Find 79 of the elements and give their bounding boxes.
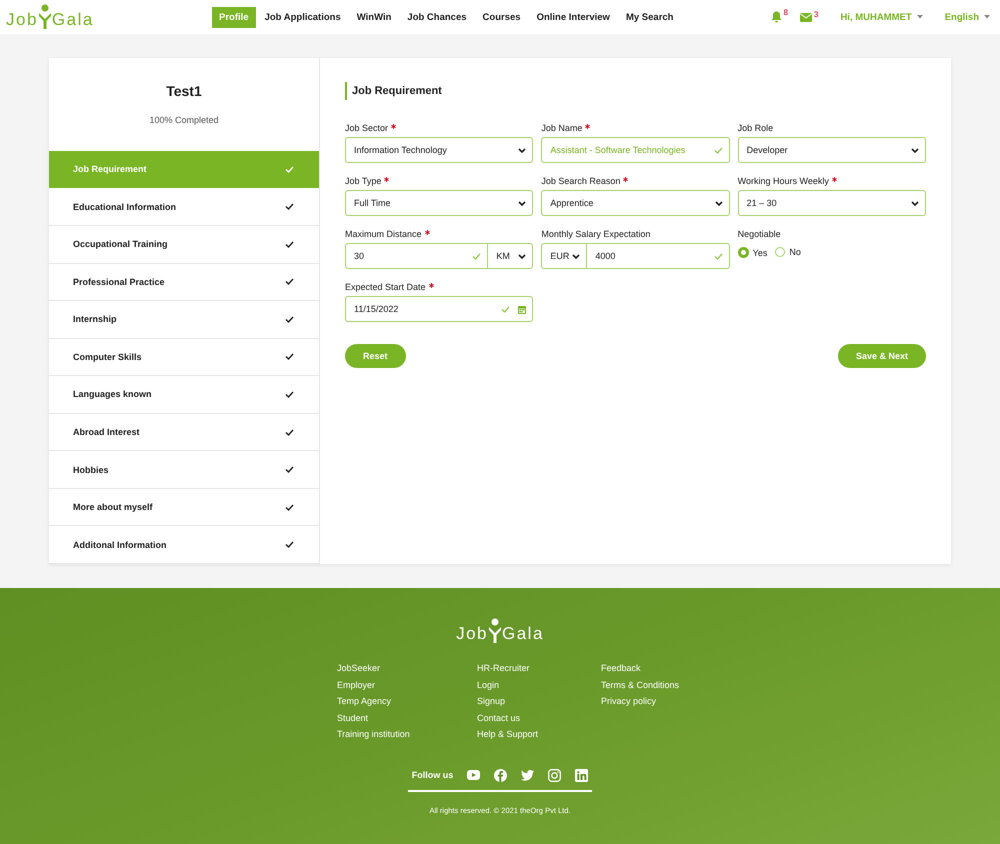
logo-text: Job	[456, 624, 488, 644]
nav-link[interactable]: Job Chances	[400, 6, 474, 28]
select-field[interactable]: Information Technology	[345, 137, 534, 163]
field-label: Negotiable	[738, 228, 781, 240]
sidebar-item[interactable]: Occupational Training	[49, 226, 319, 264]
chevron-down-icon	[714, 200, 723, 206]
message-count: 3	[814, 10, 818, 18]
select-field[interactable]: 21 – 30	[738, 190, 926, 216]
sidebar-item[interactable]: Professional Practice	[49, 264, 319, 302]
bell-icon[interactable]	[770, 11, 782, 23]
envelope-icon[interactable]	[800, 12, 812, 22]
sidebar-item[interactable]: Abroad Interest	[49, 414, 319, 452]
unit-select[interactable]: KM	[488, 243, 534, 269]
caret-icon	[916, 15, 923, 19]
input-field[interactable]: 30	[345, 243, 488, 269]
person-logo-icon	[488, 618, 502, 644]
field-label: Expected Start Date	[345, 281, 426, 293]
profile-title: Test1	[166, 83, 202, 99]
sidebar-item[interactable]: Internship	[49, 301, 319, 339]
currency-select[interactable]: EUR	[541, 243, 586, 269]
required-asterisk-icon	[585, 124, 590, 129]
radio-option[interactable]: Yes	[738, 247, 768, 258]
nav-link[interactable]: WinWin	[350, 6, 398, 28]
check-icon	[714, 252, 723, 260]
sidebar-item[interactable]: Additonal Information	[49, 526, 319, 564]
select-field[interactable]: Full Time	[345, 190, 534, 216]
radio-option[interactable]: No	[775, 247, 801, 257]
required-asterisk-icon	[428, 283, 434, 288]
sidebar-item[interactable]: More about myself	[49, 488, 319, 526]
sidebar-item[interactable]: Hobbies	[49, 451, 319, 489]
select-field[interactable]: Developer	[738, 137, 926, 163]
nav-link[interactable]: Courses	[476, 6, 528, 28]
nav-link[interactable]: My Search	[618, 6, 680, 28]
check-icon	[501, 306, 510, 312]
linkedin-icon[interactable]	[575, 768, 588, 782]
logo-text: Gala	[502, 624, 544, 644]
chevron-down-icon	[572, 254, 580, 258]
progress-text: 100% Completed	[149, 115, 219, 125]
calendar-icon[interactable]	[518, 304, 526, 314]
section-title: Job Requirement	[345, 82, 926, 100]
logo-text: Gala	[52, 10, 94, 30]
date-field[interactable]: 11/15/2022	[345, 296, 534, 322]
required-asterisk-icon	[384, 177, 390, 182]
field-label: Job Search Reason	[541, 175, 620, 187]
person-logo-icon	[38, 4, 52, 30]
chevron-down-icon	[910, 200, 919, 206]
footer-link[interactable]: JobSeeker	[337, 662, 477, 674]
field-label: Job Name	[541, 122, 582, 134]
nav-link[interactable]: Online Interview	[530, 6, 617, 28]
check-icon	[714, 146, 723, 154]
chevron-down-icon	[518, 148, 526, 152]
follow-label: Follow us	[412, 770, 454, 780]
required-asterisk-icon	[623, 177, 628, 182]
instagram-icon[interactable]	[548, 768, 562, 782]
sidebar-item[interactable]: Languages known	[49, 376, 319, 414]
nav-link[interactable]: Job Applications	[258, 6, 348, 28]
field-label: Monthly Salary Expectation	[541, 228, 650, 240]
chevron-down-icon	[518, 200, 526, 206]
required-asterisk-icon	[391, 124, 396, 129]
field-label: Job Sector	[345, 122, 388, 134]
field-label: Job Type	[345, 175, 382, 187]
chevron-down-icon	[518, 254, 526, 258]
chevron-down-icon	[910, 148, 919, 152]
sidebar-item[interactable]: Computer Skills	[49, 338, 319, 376]
notification-count: 8	[784, 8, 788, 17]
logo-text: Job	[6, 10, 38, 30]
field-label: Working Hours Weekly	[738, 175, 829, 187]
facebook-icon[interactable]	[494, 768, 508, 782]
sidebar-item[interactable]: Educational Information	[49, 188, 319, 226]
select-field[interactable]: Apprentice	[541, 190, 730, 216]
input-field[interactable]: 4000	[586, 243, 730, 269]
required-asterisk-icon	[832, 177, 837, 182]
caret-icon	[984, 15, 990, 19]
youtube-icon[interactable]	[467, 770, 480, 780]
field-label: Job Role	[738, 122, 774, 134]
required-asterisk-icon	[424, 230, 430, 235]
twitter-icon[interactable]	[521, 770, 534, 780]
check-icon	[472, 252, 482, 260]
field-label: Maximum Distance	[345, 228, 422, 240]
